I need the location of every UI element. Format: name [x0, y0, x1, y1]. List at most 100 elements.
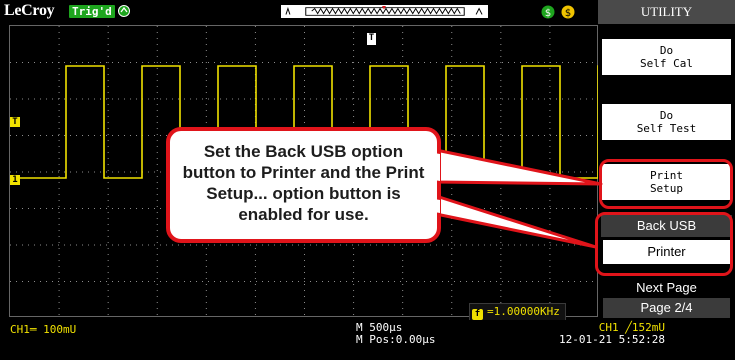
grid-dot	[549, 86, 551, 87]
frequency-icon: f	[472, 309, 483, 320]
grid-dot	[402, 68, 404, 69]
grid-dot	[118, 62, 119, 63]
grid-dot	[88, 244, 89, 246]
grid-dot	[148, 244, 149, 246]
grid-dot	[490, 135, 491, 136]
grid-dot	[353, 308, 355, 309]
grid-dot	[28, 281, 29, 282]
grid-dot	[532, 208, 533, 209]
grid-dot	[412, 62, 413, 63]
grid-dot	[451, 62, 453, 63]
grid-dot	[304, 284, 305, 285]
grid-dot	[574, 281, 575, 282]
grid-dot	[156, 140, 158, 141]
grid-dot	[274, 98, 275, 100]
grid-dot	[549, 290, 551, 291]
grid-dot	[156, 134, 158, 135]
grid-dot	[156, 308, 158, 309]
grid-dot	[254, 260, 256, 261]
grid-dot	[130, 62, 131, 63]
grid-dot	[160, 244, 161, 246]
grid-dot	[472, 62, 473, 63]
grid-dot	[550, 135, 551, 136]
grid-dot	[220, 98, 221, 100]
grid-dot	[328, 281, 329, 282]
grid-dot	[107, 170, 109, 171]
next-page-button[interactable]: Next Page Page 2/4	[601, 278, 732, 318]
grid-dot	[586, 244, 587, 246]
trigger-level-marker[interactable]: T	[10, 117, 20, 127]
do-self-test-button[interactable]: Do Self Test	[601, 103, 732, 141]
grid-dot	[514, 208, 515, 209]
grid-dot	[316, 281, 317, 282]
grid-dot	[112, 208, 113, 209]
ch1-ground-marker[interactable]: 1	[10, 175, 20, 185]
grid-dot	[190, 281, 191, 282]
do-self-cal-button[interactable]: Do Self Cal	[601, 38, 732, 76]
grid-dot	[402, 296, 404, 297]
grid-dot	[154, 244, 155, 246]
grid-dot	[46, 208, 47, 209]
grid-dot	[58, 122, 60, 123]
grid-dot	[364, 281, 365, 282]
grid-dot	[298, 281, 299, 282]
grid-dot	[202, 244, 203, 246]
grid-dot	[244, 281, 245, 282]
grid-dot	[580, 98, 581, 100]
trigger-position-marker[interactable]: T	[367, 33, 376, 45]
grid-dot	[448, 62, 449, 63]
grid-dot	[254, 50, 256, 51]
grid-dot	[58, 302, 60, 303]
grid-dot	[549, 272, 551, 273]
grid-dot	[478, 62, 479, 63]
grid-dot	[550, 62, 551, 63]
grid-dot	[549, 260, 551, 261]
grid-dot	[226, 281, 227, 282]
grid-dot	[500, 98, 502, 99]
grid-dot	[142, 244, 143, 246]
grid-dot	[82, 135, 83, 136]
grid-dot	[142, 281, 143, 282]
grid-dot	[205, 290, 207, 291]
horizontal-position: M Pos:0.00μs	[356, 333, 436, 346]
grid-dot	[254, 56, 256, 57]
grid-dot	[136, 98, 137, 100]
grid-dot	[402, 122, 404, 123]
grid-dot	[328, 244, 329, 246]
grid-dot	[451, 122, 453, 123]
grid-dot	[205, 38, 207, 39]
grid-dot	[156, 260, 158, 261]
grid-dot	[472, 171, 473, 173]
grid-dot	[549, 224, 551, 225]
grid-dot	[382, 98, 383, 100]
grid-dot	[10, 208, 11, 209]
grid-dot	[586, 171, 587, 173]
grid-dot	[107, 272, 109, 273]
grid-dot	[304, 80, 305, 81]
grid-dot	[478, 281, 479, 282]
grid-dot	[353, 44, 355, 45]
grid-dot	[568, 98, 569, 100]
grid-dot	[156, 122, 158, 123]
grid-dot	[107, 308, 109, 309]
do-self-cal-line1: Do	[659, 44, 674, 57]
grid-dot	[292, 62, 293, 63]
grid-dot	[58, 212, 60, 213]
grid-dot	[556, 208, 557, 209]
grid-dot	[466, 135, 467, 136]
grid-dot	[156, 26, 158, 27]
grid-dot	[166, 62, 167, 63]
grid-dot	[451, 68, 453, 69]
grid-dot	[156, 128, 158, 129]
grid-dot	[52, 244, 53, 246]
grid-dot	[82, 62, 83, 63]
grid-dot	[107, 302, 109, 303]
grid-dot	[376, 62, 377, 63]
grid-dot	[298, 244, 299, 246]
grid-dot	[568, 62, 569, 63]
grid-dot	[292, 98, 293, 100]
grid-dot	[58, 314, 60, 315]
grid-dot	[28, 244, 29, 246]
grid-dot	[205, 104, 207, 105]
grid-dot	[500, 116, 502, 117]
